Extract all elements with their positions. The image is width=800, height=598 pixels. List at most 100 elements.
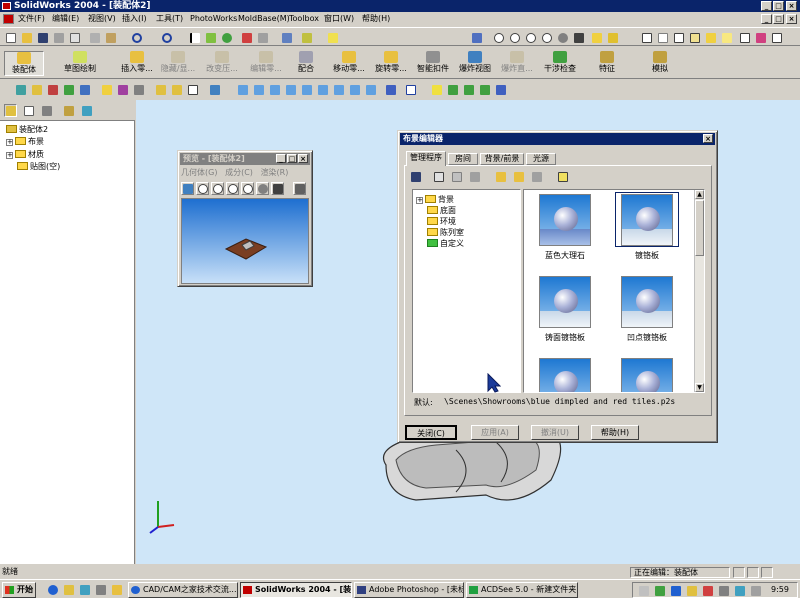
hidden-gray-icon[interactable] bbox=[656, 31, 669, 44]
paste-icon[interactable] bbox=[104, 31, 117, 44]
quicklaunch-explorer-icon[interactable] bbox=[110, 583, 123, 596]
quicklaunch-app-icon[interactable] bbox=[94, 583, 107, 596]
task-solidworks[interactable]: SolidWorks 2004 - [装配... bbox=[240, 582, 352, 598]
doc-close-button[interactable]: × bbox=[786, 14, 797, 24]
section-view-icon[interactable] bbox=[754, 31, 767, 44]
minimize-button[interactable]: _ bbox=[761, 1, 772, 11]
preview-zoom-in-icon[interactable] bbox=[196, 182, 209, 195]
thumb-blue-marble[interactable] bbox=[539, 194, 591, 246]
status-icon-2[interactable] bbox=[747, 567, 759, 578]
new-icon[interactable] bbox=[4, 31, 17, 44]
view-box-icon[interactable] bbox=[770, 31, 783, 44]
properties-icon[interactable] bbox=[556, 170, 569, 183]
normal-to-icon[interactable] bbox=[384, 83, 397, 96]
decal-icon[interactable] bbox=[62, 83, 75, 96]
material-icon[interactable] bbox=[116, 83, 129, 96]
open-folder-icon[interactable] bbox=[512, 170, 525, 183]
drawing-icon[interactable] bbox=[186, 83, 199, 96]
task-cad-forum[interactable]: CAD/CAM之家技术交流... bbox=[128, 582, 238, 598]
axis-icon[interactable] bbox=[446, 83, 459, 96]
folder-custom[interactable]: 自定义 bbox=[427, 238, 464, 249]
move-component-button[interactable]: 移动零... bbox=[330, 51, 368, 76]
relations-icon[interactable] bbox=[300, 31, 313, 44]
tray-icon-8[interactable] bbox=[749, 584, 762, 597]
status-icon-3[interactable] bbox=[761, 567, 773, 578]
menu-toolbox[interactable]: Toolbox bbox=[287, 13, 321, 25]
display-tab-icon[interactable] bbox=[80, 104, 93, 117]
menu-window[interactable]: 窗口(W) bbox=[322, 13, 356, 25]
view-orientation-icon[interactable] bbox=[470, 31, 483, 44]
delete-scene-icon[interactable] bbox=[468, 170, 481, 183]
scroll-thumb[interactable] bbox=[695, 200, 704, 256]
sub-assembly-icon[interactable] bbox=[170, 83, 183, 96]
config-tab-icon[interactable] bbox=[40, 104, 53, 117]
quicklaunch-desktop-icon[interactable] bbox=[78, 583, 91, 596]
quicklaunch-ie-icon[interactable] bbox=[46, 583, 59, 596]
tab-lights[interactable]: 光源 bbox=[526, 153, 556, 165]
folder-floor[interactable]: 底面 bbox=[427, 205, 456, 216]
coordinate-system-icon[interactable] bbox=[478, 83, 491, 96]
render-icon[interactable] bbox=[30, 83, 43, 96]
tab-manager[interactable]: 管理程序 bbox=[406, 151, 446, 166]
thumb-dimpled-chrome[interactable] bbox=[621, 276, 673, 328]
preview-pan-icon[interactable] bbox=[271, 182, 284, 195]
scroll-up-icon[interactable]: ▲ bbox=[695, 190, 704, 199]
right-view-icon[interactable] bbox=[284, 83, 297, 96]
close-button[interactable]: × bbox=[786, 1, 797, 11]
hide-show-button[interactable]: 隐藏/显... bbox=[158, 51, 198, 76]
shaded-icon[interactable] bbox=[590, 31, 603, 44]
tree-root[interactable]: 装配体2 bbox=[6, 124, 48, 135]
clock[interactable]: 9:59 bbox=[771, 584, 789, 596]
rotate-component-button[interactable]: 旋转零... bbox=[372, 51, 410, 76]
menu-help[interactable]: 帮助(H) bbox=[360, 13, 392, 25]
exploded-view-button[interactable]: 爆炸视图 bbox=[456, 51, 494, 76]
scene-cancel-button[interactable]: 撤消(U) bbox=[531, 425, 579, 440]
perspective-icon[interactable] bbox=[738, 31, 751, 44]
smart-dimension-icon[interactable] bbox=[280, 31, 293, 44]
menu-edit[interactable]: 编辑(E) bbox=[50, 13, 81, 25]
wireframe-icon[interactable] bbox=[640, 31, 653, 44]
preview-zoom-out-icon[interactable] bbox=[211, 182, 224, 195]
preview-close-button[interactable]: × bbox=[298, 154, 308, 163]
photoworks-tab-icon[interactable] bbox=[62, 104, 75, 117]
trimetric-view-icon[interactable] bbox=[348, 83, 361, 96]
expand-icon[interactable]: + bbox=[6, 152, 13, 159]
menu-photoworks[interactable]: PhotoWorks bbox=[188, 13, 239, 25]
image-icon[interactable] bbox=[14, 83, 27, 96]
plane-icon[interactable] bbox=[462, 83, 475, 96]
preview-menu-geometry[interactable]: 几何体(G) bbox=[181, 168, 217, 177]
undo-icon[interactable] bbox=[130, 31, 143, 44]
menu-moldbase[interactable]: MoldBase(M) bbox=[236, 13, 292, 25]
doc-minimize-button[interactable]: _ bbox=[761, 14, 772, 24]
display-mode-icon[interactable] bbox=[606, 31, 619, 44]
thumb-cast-chrome[interactable] bbox=[539, 276, 591, 328]
cut-icon[interactable] bbox=[88, 31, 101, 44]
task-acdsee[interactable]: ACDSee 5.0 - 新建文件夹 bbox=[466, 582, 578, 598]
tray-icon-7[interactable] bbox=[733, 584, 746, 597]
sketch-line-icon[interactable] bbox=[404, 83, 417, 96]
folder-up-icon[interactable] bbox=[530, 170, 543, 183]
options-pw-icon[interactable] bbox=[132, 83, 145, 96]
left-view-icon[interactable] bbox=[268, 83, 281, 96]
select-icon[interactable] bbox=[188, 31, 201, 44]
preview-maximize-button[interactable]: □ bbox=[287, 154, 297, 163]
preview-zoom-fit-icon[interactable] bbox=[226, 182, 239, 195]
tree-item-decals[interactable]: 贴图(空) bbox=[17, 161, 60, 172]
copy-scene-icon[interactable] bbox=[432, 170, 445, 183]
folder-background[interactable]: + 背景 bbox=[416, 194, 454, 205]
thumbnails-scrollbar[interactable]: ▲ ▼ bbox=[694, 190, 704, 392]
scene-apply-button[interactable]: 应用(A) bbox=[471, 425, 519, 440]
preview-menu-component[interactable]: 成分(C) bbox=[225, 168, 253, 177]
options-icon[interactable] bbox=[240, 31, 253, 44]
tab-background[interactable]: 背景/前景 bbox=[480, 153, 524, 165]
simulation-button[interactable]: 模拟 bbox=[646, 51, 674, 76]
menu-tools[interactable]: 工具(T) bbox=[154, 13, 185, 25]
smart-fasteners-button[interactable]: 智能扣件 bbox=[414, 51, 452, 76]
front-view-icon[interactable] bbox=[236, 83, 249, 96]
tray-icon-3[interactable] bbox=[669, 584, 682, 597]
property-tab-icon[interactable] bbox=[22, 104, 35, 117]
paste-scene-icon[interactable] bbox=[450, 170, 463, 183]
thumb-scene-6[interactable] bbox=[621, 358, 673, 392]
scene-icon[interactable] bbox=[78, 83, 91, 96]
tree-item-materials[interactable]: + 材质 bbox=[6, 149, 44, 160]
